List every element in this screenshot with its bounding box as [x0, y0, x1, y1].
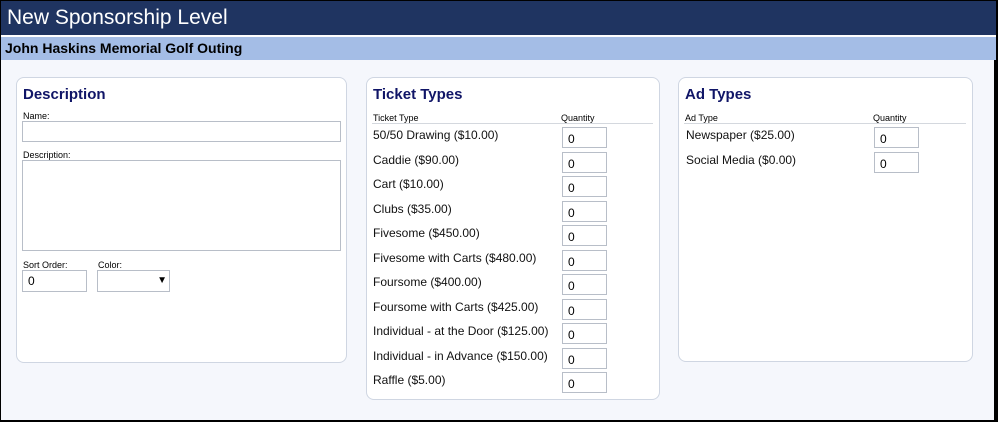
ticket-quantity-input[interactable]	[562, 323, 607, 344]
ticket-quantity-input[interactable]	[562, 347, 607, 369]
ticket-type-label: Fivesome with Carts ($480.00)	[373, 250, 537, 265]
ticket-type-label: 50/50 Drawing ($10.00)	[373, 128, 499, 142]
ticket-types-panel: Ticket Types Ticket Type Quantity 50/50 …	[366, 77, 660, 400]
ticket-quantity-input[interactable]	[562, 225, 607, 246]
ticket-quantity-input[interactable]	[562, 200, 607, 222]
ticket-type-label: Caddie ($90.00)	[373, 152, 460, 167]
dropdown-arrow-icon[interactable]: ▼	[157, 275, 167, 286]
ad-header-divider	[684, 123, 966, 124]
description-textarea[interactable]	[22, 160, 341, 251]
ticket-type-label: Individual - in Advance ($150.00)	[373, 348, 548, 363]
ad-types-heading: Ad Types	[685, 86, 752, 103]
description-label: Description:	[23, 150, 71, 160]
ad-quantity-input[interactable]	[874, 151, 919, 173]
ticket-header-divider	[372, 123, 653, 124]
ticket-quantity-input[interactable]	[562, 249, 607, 271]
ticket-quantity-input[interactable]	[562, 274, 607, 295]
ticket-type-label: Individual - at the Door ($125.00)	[373, 324, 549, 338]
ticket-type-column-header: Ticket Type	[373, 113, 419, 123]
ticket-types-heading: Ticket Types	[373, 86, 463, 103]
name-label: Name:	[23, 111, 50, 121]
sort-order-input[interactable]	[22, 270, 87, 292]
ad-type-column-header: Ad Type	[685, 113, 718, 123]
ad-type-label: Newspaper ($25.00)	[686, 128, 795, 142]
description-panel: Description Name: Description: Sort Orde…	[16, 77, 347, 363]
ticket-type-label: Foursome with Carts ($425.00)	[373, 299, 539, 314]
ticket-type-label: Clubs ($35.00)	[373, 201, 452, 216]
ticket-quantity-input[interactable]	[562, 127, 607, 148]
ad-types-panel: Ad Types Ad Type Quantity Newspaper ($25…	[678, 77, 973, 362]
ticket-quantity-column-header: Quantity	[561, 113, 595, 123]
ticket-quantity-input[interactable]	[562, 176, 607, 197]
ticket-quantity-input[interactable]	[562, 151, 607, 173]
ad-quantity-column-header: Quantity	[873, 113, 907, 123]
ticket-quantity-input[interactable]	[562, 298, 607, 320]
color-select[interactable]: ▼	[97, 270, 170, 292]
color-label: Color:	[98, 260, 123, 270]
ticket-type-label: Raffle ($5.00)	[373, 373, 446, 387]
ticket-type-label: Fivesome ($450.00)	[373, 226, 480, 240]
sort-order-label: Sort Order:	[23, 260, 68, 270]
ad-type-label: Social Media ($0.00)	[686, 152, 797, 167]
name-input[interactable]	[22, 121, 341, 142]
window-title: New Sponsorship Level	[1, 1, 996, 35]
ticket-quantity-input[interactable]	[562, 372, 607, 393]
ad-quantity-input[interactable]	[874, 127, 919, 148]
sponsorship-window: New Sponsorship Level John Haskins Memor…	[1, 1, 996, 421]
description-heading: Description	[23, 86, 106, 103]
ticket-type-label: Foursome ($400.00)	[373, 275, 482, 289]
ticket-type-label: Cart ($10.00)	[373, 177, 444, 191]
event-name: John Haskins Memorial Golf Outing	[1, 37, 996, 60]
